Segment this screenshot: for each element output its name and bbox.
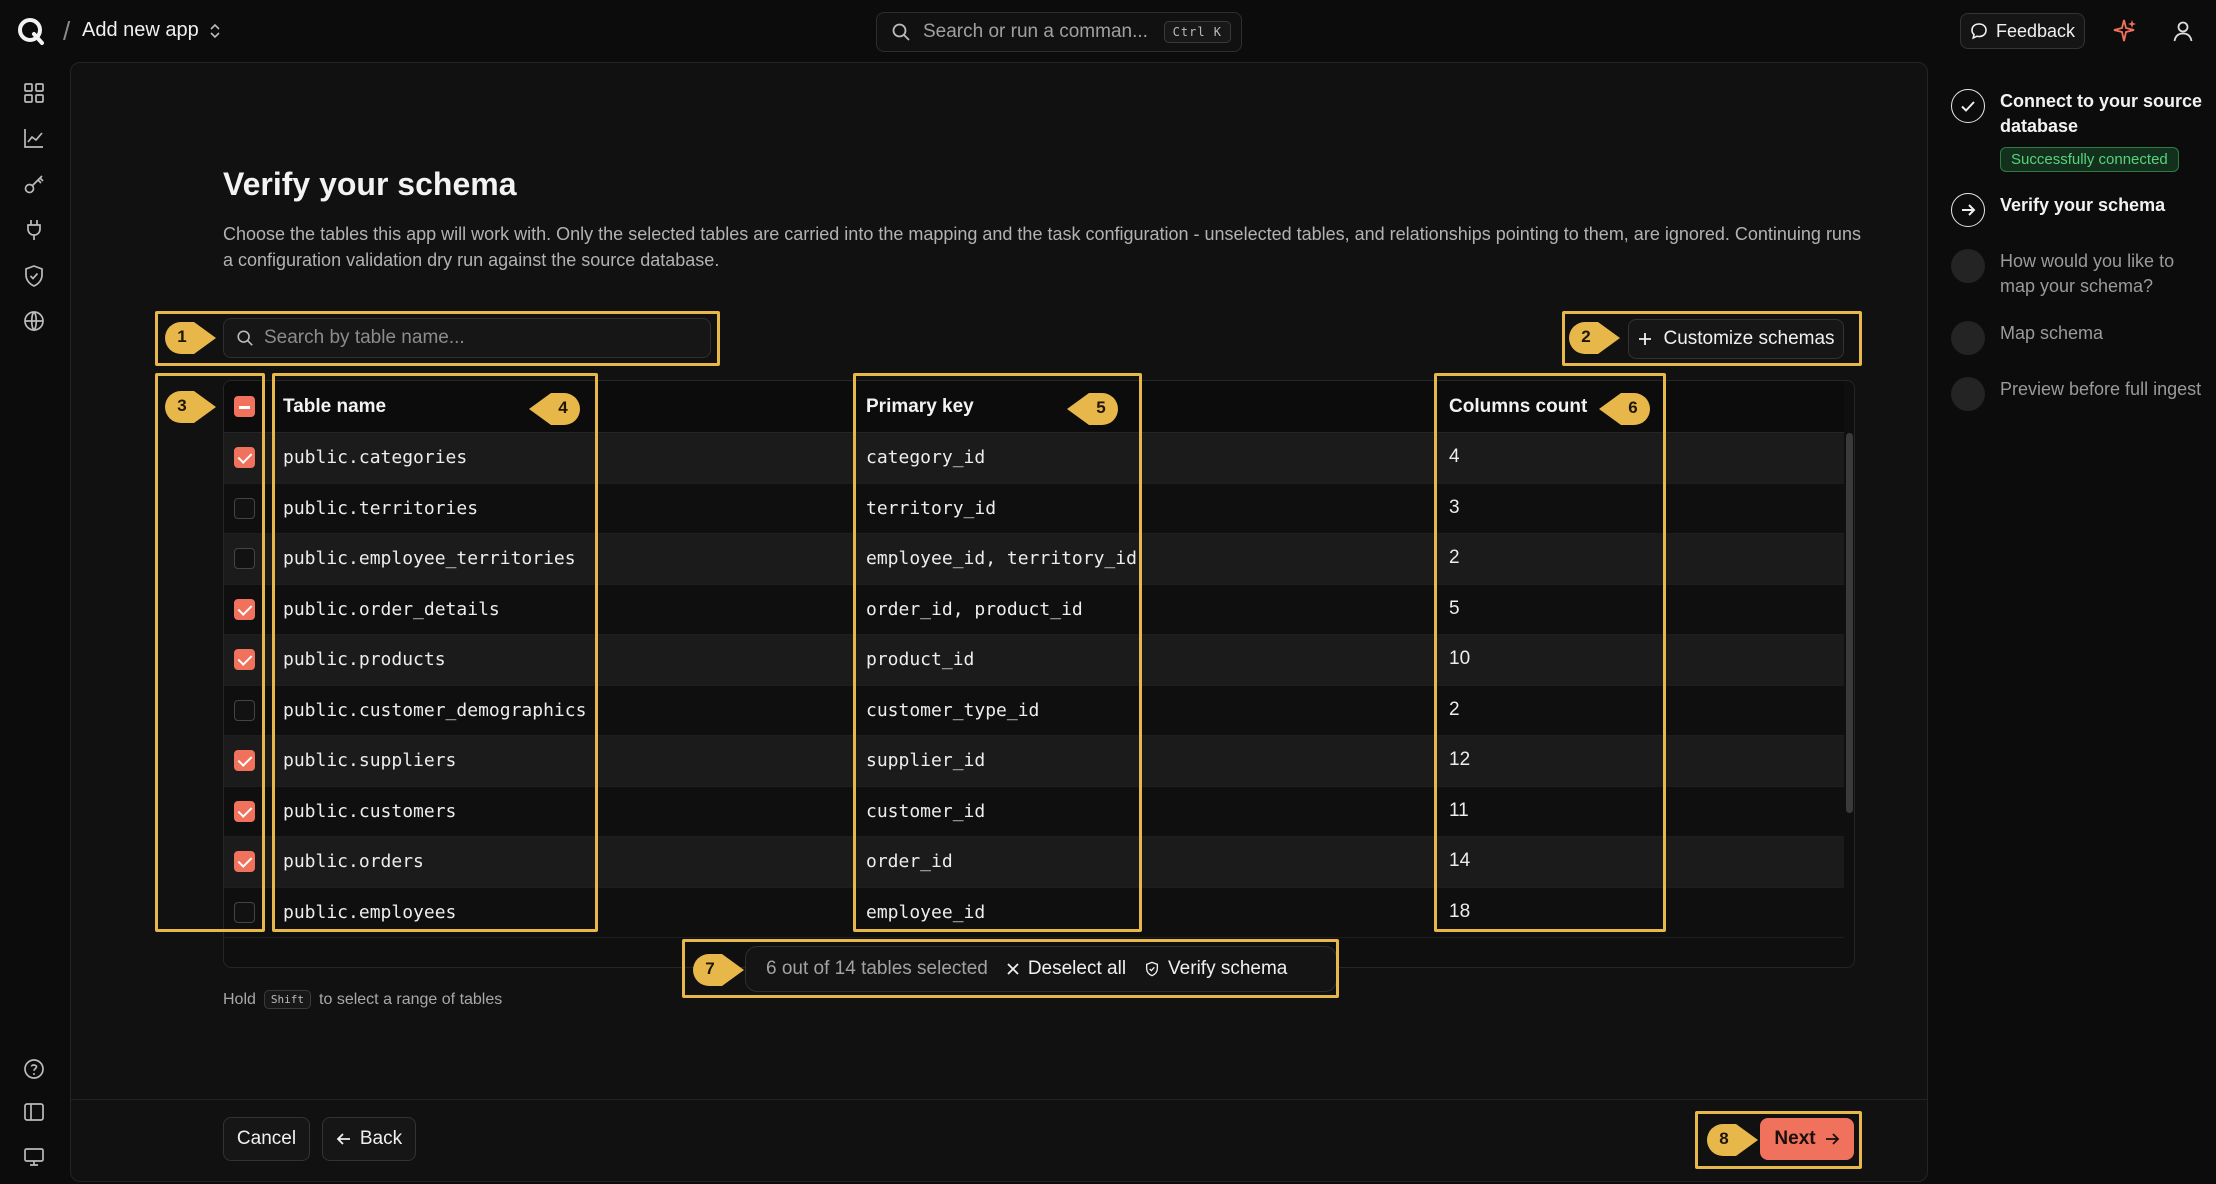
cancel-button[interactable]: Cancel [223,1117,310,1161]
chat-bubble-icon [1971,23,1987,40]
page-description: Choose the tables this app will work wit… [223,224,1861,270]
step-5-label[interactable]: Preview before full ingest [2000,377,2210,402]
annotation-marker-1: 1 [164,321,218,355]
page-title: Verify your schema [223,166,517,202]
help-circle-icon[interactable] [22,1057,46,1081]
arrow-right-icon [1962,204,1976,216]
search-icon [892,23,910,41]
globe-icon[interactable] [22,309,46,333]
hint-before: Hold [223,990,256,1008]
check-icon [1961,101,1975,112]
steps-panel [1928,62,2216,1182]
annotation-marker-2: 2 [1568,321,1622,355]
annotation-marker-4: 4 [527,392,581,426]
back-button[interactable]: Back [322,1117,416,1161]
cancel-label: Cancel [236,1128,297,1149]
step-4-label[interactable]: Map schema [2000,321,2210,346]
step-3-circle [1951,249,1985,283]
key-icon[interactable] [22,172,46,196]
annotation-box-1 [155,311,720,366]
dashboard-grid-icon[interactable] [22,81,46,105]
shield-check-icon[interactable] [22,264,46,288]
annotation-marker-8: 8 [1706,1123,1760,1157]
connection-status-badge: Successfully connected [2000,147,2179,172]
step-1-label[interactable]: Connect to your source database [2000,89,2210,139]
annotation-box-5 [853,373,1142,932]
sparkle-icon[interactable] [2110,17,2138,45]
step-5-circle [1951,377,1985,411]
annotation-marker-5: 5 [1065,392,1119,426]
annotation-box-7 [682,939,1339,998]
feedback-label: Feedback [1995,20,2076,41]
step-1-circle [1951,89,1985,123]
step-3-label[interactable]: How would you like to map your schema? [2000,249,2210,299]
breadcrumb-separator: / [63,16,71,46]
line-chart-icon[interactable] [22,126,46,150]
top-bar: / Add new app Search or run a comman... … [0,0,2216,62]
command-search[interactable]: Search or run a comman... Ctrl K [876,12,1242,52]
table-scrollbar[interactable] [1846,433,1853,813]
command-placeholder: Search or run a comman... [923,21,1148,42]
command-shortcut: Ctrl K [1163,21,1231,43]
footer-divider [71,1099,1927,1100]
annotation-marker-7: 7 [692,953,746,987]
annotation-marker-6: 6 [1597,392,1651,426]
annotation-box-4 [272,373,598,932]
app-title: Add new app [82,19,199,41]
app-logo[interactable] [16,16,46,46]
shift-key: Shift [263,990,312,1009]
hint-after: to select a range of tables [319,990,503,1008]
step-4-circle [1951,321,1985,355]
user-icon[interactable] [2171,19,2195,43]
step-2-label[interactable]: Verify your schema [2000,193,2210,218]
range-select-hint: Hold Shift to select a range of tables [223,990,502,1009]
chevron-up-down-icon [210,23,220,38]
feedback-button[interactable]: Feedback [1960,13,2085,49]
sidebar-toggle-icon[interactable] [22,1100,46,1124]
app-switcher[interactable]: Add new app [82,19,221,42]
plug-icon[interactable] [22,218,46,242]
monitor-icon[interactable] [22,1145,46,1169]
annotation-box-6 [1434,373,1666,932]
annotation-box-3 [155,373,265,932]
back-label: Back [359,1128,403,1149]
annotation-marker-3: 3 [164,390,218,424]
step-2-circle [1951,193,1985,227]
arrow-left-icon [336,1133,350,1145]
